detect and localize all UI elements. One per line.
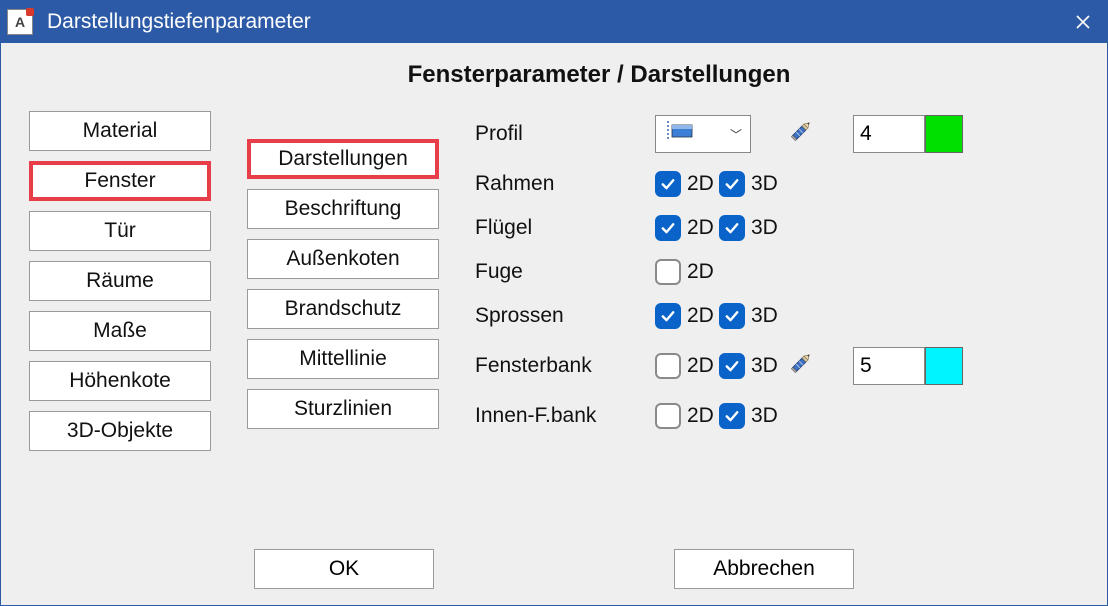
- profil-edit-icon[interactable]: [783, 115, 817, 149]
- innenfbank-d2-checkbox[interactable]: [655, 403, 681, 429]
- fluegel-d2-label: 2D: [687, 216, 714, 240]
- innenfbank-label: Innen-F.bank: [475, 404, 655, 428]
- primary-tab-3d-objekte[interactable]: 3D-Objekte: [29, 411, 211, 451]
- secondary-tab-sturzlinien[interactable]: Sturzlinien: [247, 389, 439, 429]
- chevron-down-icon: ﹀: [730, 126, 742, 143]
- secondary-tab-column: Darstellungen Beschriftung Außenkoten Brand…: [247, 139, 439, 429]
- rahmen-d2-checkbox[interactable]: [655, 171, 681, 197]
- secondary-tab-au-enkoten[interactable]: Außenkoten: [247, 239, 439, 279]
- fluegel-d3-checkbox[interactable]: [719, 215, 745, 241]
- fensterbank-color-swatch[interactable]: [925, 347, 963, 385]
- fensterbank-label: Fensterbank: [475, 354, 655, 378]
- cancel-button[interactable]: Abbrechen: [674, 549, 854, 589]
- fensterbank-d3-checkbox[interactable]: [719, 353, 745, 379]
- sprossen-label: Sprossen: [475, 304, 655, 328]
- fuge-d2-checkbox[interactable]: [655, 259, 681, 285]
- secondary-tab-darstellungen[interactable]: Darstellungen: [247, 139, 439, 179]
- sprossen-d2-checkbox[interactable]: [655, 303, 681, 329]
- secondary-tab-brandschutz[interactable]: Brandschutz: [247, 289, 439, 329]
- fensterbank-d2-checkbox[interactable]: [655, 353, 681, 379]
- innenfbank-d3-checkbox[interactable]: [719, 403, 745, 429]
- rahmen-label: Rahmen: [475, 172, 655, 196]
- primary-tab-t-r[interactable]: Tür: [29, 211, 211, 251]
- rahmen-d2-label: 2D: [687, 172, 714, 196]
- primary-tab-material[interactable]: Material: [29, 111, 211, 151]
- secondary-tab-beschriftung[interactable]: Beschriftung: [247, 189, 439, 229]
- rahmen-d3-label: 3D: [751, 172, 778, 196]
- sprossen-d2-label: 2D: [687, 304, 714, 328]
- dialog-footer: OK Abbrechen: [29, 543, 1079, 593]
- innenfbank-d2-label: 2D: [687, 404, 714, 428]
- primary-tab-column: Material Fenster Tür Räume Maße Höhenkote 3D-O…: [29, 111, 211, 451]
- profil-color-swatch[interactable]: [925, 115, 963, 153]
- fuge-label: Fuge: [475, 260, 655, 284]
- dialog-window: A Darstellungstiefenparameter Fensterpar…: [0, 0, 1108, 606]
- rahmen-d3-checkbox[interactable]: [719, 171, 745, 197]
- profile-glyph-icon: [664, 117, 704, 151]
- profil-label: Profil: [475, 122, 655, 146]
- client-area: Fensterparameter / Darstellungen Materia…: [1, 43, 1107, 605]
- parameter-panel: Profil ﹀ Rahmen 2D 3D Flügel: [475, 111, 1079, 429]
- fensterbank-d2-label: 2D: [687, 354, 714, 378]
- profil-value-input[interactable]: [853, 115, 925, 153]
- primary-tab-fenster[interactable]: Fenster: [29, 161, 211, 201]
- window-title: Darstellungstiefenparameter: [47, 10, 1059, 34]
- profil-dropdown[interactable]: ﹀: [655, 115, 751, 153]
- fensterbank-value-input[interactable]: [853, 347, 925, 385]
- fuge-d2-label: 2D: [687, 260, 714, 284]
- primary-tab-h-henkote[interactable]: Höhenkote: [29, 361, 211, 401]
- innenfbank-d3-label: 3D: [751, 404, 778, 428]
- app-icon: A: [7, 9, 33, 35]
- fluegel-label: Flügel: [475, 216, 655, 240]
- page-heading: Fensterparameter / Darstellungen: [119, 61, 1079, 89]
- primary-tab-ma-e[interactable]: Maße: [29, 311, 211, 351]
- fluegel-d2-checkbox[interactable]: [655, 215, 681, 241]
- primary-tab-r-ume[interactable]: Räume: [29, 261, 211, 301]
- fensterbank-edit-icon[interactable]: [783, 347, 817, 381]
- ok-button[interactable]: OK: [254, 549, 434, 589]
- titlebar: A Darstellungstiefenparameter: [1, 1, 1107, 43]
- sprossen-d3-label: 3D: [751, 304, 778, 328]
- sprossen-d3-checkbox[interactable]: [719, 303, 745, 329]
- fluegel-d3-label: 3D: [751, 216, 778, 240]
- fensterbank-d3-label: 3D: [751, 354, 778, 378]
- close-button[interactable]: [1059, 1, 1107, 43]
- secondary-tab-mittellinie[interactable]: Mittellinie: [247, 339, 439, 379]
